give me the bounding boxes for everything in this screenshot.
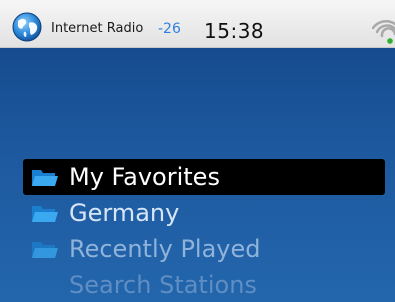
folder-icon xyxy=(32,170,58,186)
signal-strength-value: -26 xyxy=(158,21,181,37)
folder-icon xyxy=(32,206,58,222)
internet-radio-screen: Internet Radio -26 15:38 My Favorites Ge… xyxy=(0,0,395,302)
globe-icon xyxy=(12,12,42,42)
menu-item-label: Germany xyxy=(69,199,180,227)
folder-icon xyxy=(32,242,58,258)
status-bar: Internet Radio -26 15:38 xyxy=(0,0,395,48)
menu-item-label: Search Stations xyxy=(69,271,257,299)
station-browser: My Favorites Germany Recently Played Sea… xyxy=(0,48,395,302)
menu-item-search-stations[interactable]: Search Stations xyxy=(0,267,395,302)
menu-item-my-favorites[interactable]: My Favorites xyxy=(23,159,385,195)
clock: 15:38 xyxy=(204,19,265,43)
menu-list: My Favorites Germany Recently Played Sea… xyxy=(0,159,395,302)
wifi-icon xyxy=(372,20,395,44)
menu-item-recently-played[interactable]: Recently Played xyxy=(0,231,395,267)
menu-item-germany[interactable]: Germany xyxy=(0,195,395,231)
menu-item-label: Recently Played xyxy=(69,235,261,263)
app-title: Internet Radio xyxy=(51,21,144,36)
menu-item-label: My Favorites xyxy=(69,163,220,191)
